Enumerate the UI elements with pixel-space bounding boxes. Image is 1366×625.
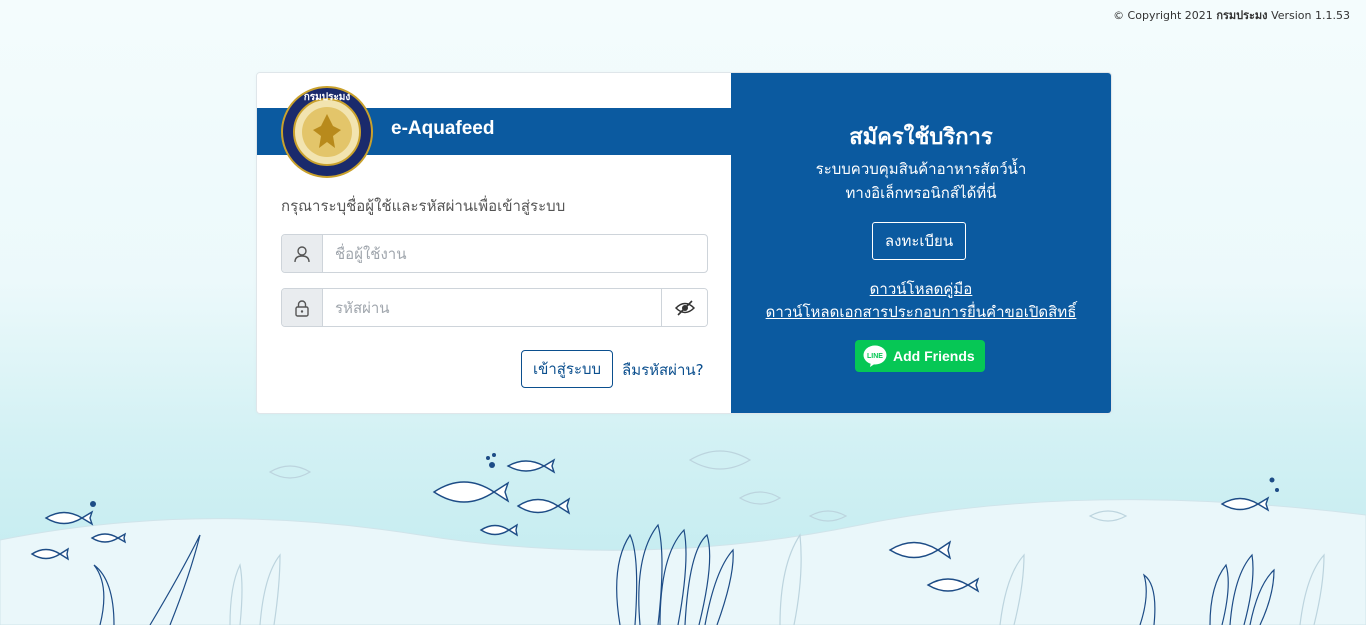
login-button[interactable]: เข้าสู่ระบบ — [521, 350, 613, 388]
register-button[interactable]: ลงทะเบียน — [872, 222, 966, 260]
username-field[interactable]: ชื่อผู้ใช้งาน — [281, 234, 708, 273]
app-title: e-Aquafeed — [391, 118, 495, 139]
department-seal-logo: กรมประมง — [281, 86, 373, 178]
line-icon: LINE — [863, 345, 887, 367]
register-title: สมัครใช้บริการ — [849, 125, 993, 150]
password-field[interactable]: รหัสผ่าน — [281, 288, 708, 327]
copyright-org: กรมประมง — [1216, 9, 1268, 22]
line-add-friends-label: Add Friends — [893, 348, 975, 364]
lock-icon — [282, 289, 323, 326]
password-input[interactable]: รหัสผ่าน — [323, 289, 661, 326]
login-card: กรมประมง e-Aquafeed กรุณาระบุชื่อผู้ใช้แ… — [256, 72, 1112, 414]
line-add-friends-button[interactable]: LINE Add Friends — [855, 340, 985, 372]
username-input[interactable]: ชื่อผู้ใช้งาน — [323, 235, 707, 272]
seal-text: กรมประมง — [304, 91, 351, 103]
download-manual-link[interactable]: ดาวน์โหลดคู่มือ — [731, 277, 1111, 301]
line-badge-text: LINE — [867, 353, 883, 360]
copyright-prefix: © Copyright 2021 — [1113, 9, 1213, 22]
register-subtitle-line2: ทางอิเล็กทรอนิกส์ได้ที่นี่ — [845, 184, 997, 202]
login-instruction: กรุณาระบุชื่อผู้ใช้และรหัสผ่านเพื่อเข้าส… — [281, 197, 566, 215]
download-documents-link[interactable]: ดาวน์โหลดเอกสารประกอบการยื่นคำขอเปิดสิทธ… — [731, 300, 1111, 324]
copyright-text: © Copyright 2021 กรมประมง Version 1.1.53 — [1113, 6, 1350, 24]
login-panel: กรมประมง e-Aquafeed กรุณาระบุชื่อผู้ใช้แ… — [257, 73, 731, 413]
forgot-password-link[interactable]: ลืมรหัสผ่าน? — [622, 358, 704, 382]
eye-slash-icon[interactable] — [661, 289, 707, 326]
register-subtitle-line1: ระบบควบคุมสินค้าอาหารสัตว์น้ำ — [815, 160, 1027, 178]
user-icon — [282, 235, 323, 272]
underwater-background — [0, 450, 1366, 625]
version-text: Version 1.1.53 — [1271, 9, 1350, 22]
register-panel: สมัครใช้บริการ ระบบควบคุมสินค้าอาหารสัตว… — [731, 73, 1111, 413]
